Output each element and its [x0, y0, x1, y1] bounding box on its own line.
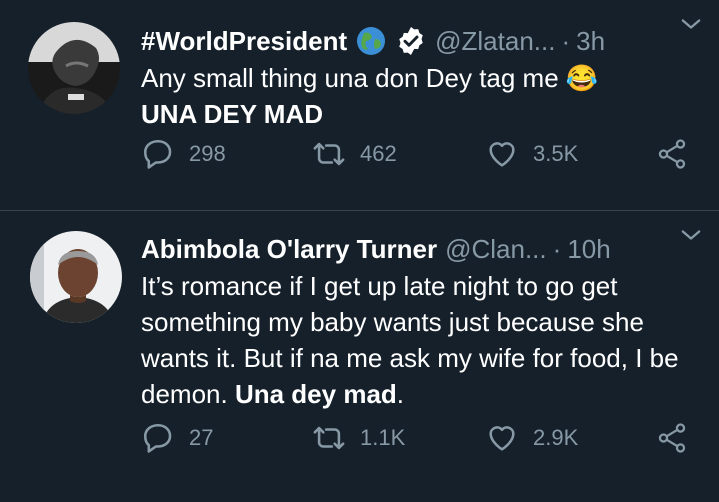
reply-button[interactable]: 27: [141, 421, 213, 455]
like-button[interactable]: 2.9K: [485, 421, 578, 455]
reply-icon: [143, 139, 172, 169]
tweet-text-body: Any small thing una don Dey tag me: [141, 63, 559, 93]
laughing-emoji-icon: 😂: [565, 63, 599, 93]
reply-button[interactable]: 298: [141, 137, 226, 171]
heart-icon: [489, 426, 515, 451]
retweet-count: 462: [360, 141, 397, 166]
retweet-icon: [313, 142, 345, 166]
share-button[interactable]: [655, 421, 689, 455]
retweet-count: 1.1K: [360, 425, 406, 450]
tweet-2[interactable]: Abimbola O'larry Turner @Clan... · 10h I…: [0, 211, 719, 502]
share-icon: [658, 139, 686, 169]
reply-count: 27: [189, 425, 214, 450]
reply-count: 298: [189, 141, 226, 166]
verified-badge-icon: [395, 25, 427, 57]
author-name[interactable]: Abimbola O'larry Turner: [141, 234, 437, 265]
like-button[interactable]: 3.5K: [485, 137, 578, 171]
chevron-down-icon[interactable]: [677, 10, 705, 43]
tweet-text-body: It’s romance if I get up late night to g…: [141, 271, 679, 409]
retweet-icon: [313, 426, 345, 450]
tweet-text-bold: Una dey mad: [234, 379, 397, 409]
tweet-text: Any small thing una don Dey tag me 😂 UNA…: [141, 60, 699, 132]
tweet-text-tail: .: [396, 379, 405, 409]
tweet-text: It’s romance if I get up late night to g…: [141, 268, 699, 412]
heart-icon: [489, 142, 515, 167]
globe-emoji-icon: [355, 25, 387, 57]
avatar[interactable]: [30, 231, 122, 323]
tweet-1[interactable]: #WorldPresident @Zlatan... · 3h Any smal…: [0, 0, 719, 210]
like-count: 3.5K: [533, 141, 579, 166]
chevron-down-icon[interactable]: [677, 221, 705, 254]
retweet-button[interactable]: 462: [312, 137, 397, 171]
share-icon: [658, 423, 686, 453]
tweet-text-bold: UNA DEY MAD: [141, 99, 324, 129]
author-name[interactable]: #WorldPresident: [141, 26, 347, 57]
author-handle[interactable]: @Clan...: [445, 234, 547, 265]
separator-dot: ·: [561, 25, 571, 56]
timestamp[interactable]: 10h: [567, 234, 610, 265]
separator-dot: ·: [552, 233, 562, 264]
timestamp[interactable]: 3h: [576, 26, 605, 57]
retweet-button[interactable]: 1.1K: [312, 421, 405, 455]
author-handle[interactable]: @Zlatan...: [435, 26, 555, 57]
reply-icon: [143, 423, 172, 453]
share-button[interactable]: [655, 137, 689, 171]
avatar[interactable]: [28, 22, 120, 114]
like-count: 2.9K: [533, 425, 579, 450]
